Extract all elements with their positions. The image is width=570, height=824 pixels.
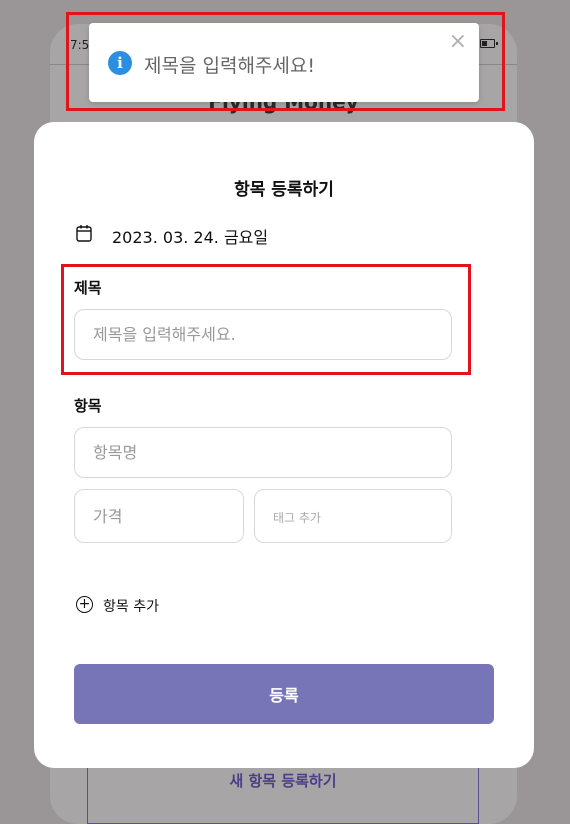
toast-highlight-box — [66, 12, 505, 111]
title-field-highlight-box — [61, 264, 471, 375]
submit-button[interactable]: 등록 — [74, 664, 494, 724]
new-item-button: 새 항목 등록하기 — [87, 764, 479, 824]
tag-input[interactable] — [254, 489, 452, 543]
modal-title: 항목 등록하기 — [234, 180, 334, 200]
price-input[interactable] — [74, 489, 244, 543]
calendar-icon — [76, 225, 92, 242]
add-item-label: 항목 추가 — [103, 599, 159, 615]
register-item-modal: 항목 등록하기 2023. 03. 24. 금요일 제목 항목 + 항목 추가 … — [34, 122, 534, 768]
item-name-input[interactable] — [74, 427, 452, 478]
date-text: 2023. 03. 24. 금요일 — [112, 228, 269, 247]
item-label: 항목 — [74, 397, 102, 415]
plus-circle-icon: + — [76, 596, 93, 613]
